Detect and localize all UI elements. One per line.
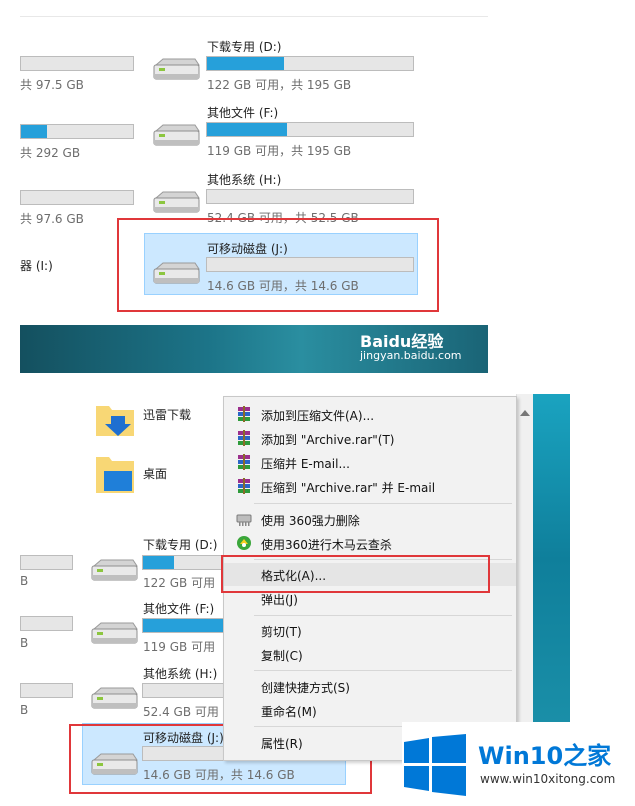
hard-drive-icon bbox=[89, 558, 139, 584]
menu-rename[interactable]: 重命名(M) bbox=[224, 699, 516, 722]
menu-separator bbox=[254, 503, 512, 504]
folder-xunlei[interactable]: 迅雷下载 bbox=[95, 396, 225, 441]
bottom-left-size-2: B bbox=[20, 636, 29, 650]
menu-copy-label: 复制(C) bbox=[261, 649, 303, 663]
drive-f-bottom-size: 119 GB 可用 bbox=[143, 640, 216, 654]
scroll-arrow-up-icon[interactable] bbox=[520, 410, 530, 416]
menu-add-to-archive-rar[interactable]: 添加到 "Archive.rar"(T) bbox=[224, 427, 516, 450]
left-drive-size-2: 共 292 GB bbox=[20, 146, 81, 160]
hard-drive-icon bbox=[151, 190, 201, 216]
menu-rename-label: 重命名(M) bbox=[261, 705, 317, 719]
windows-logo-icon bbox=[404, 734, 466, 799]
drive-f-bottom-bar bbox=[142, 618, 226, 633]
drive-f-name: 其他文件 (F:) bbox=[207, 106, 279, 120]
hard-drive-icon bbox=[89, 621, 139, 647]
shredder-icon bbox=[236, 511, 252, 527]
baidu-url: jingyan.baidu.com bbox=[360, 349, 462, 362]
bottom-left-size-3: B bbox=[20, 703, 29, 717]
menu-compress-email-label: 压缩并 E-mail... bbox=[261, 457, 350, 471]
desktop-wallpaper-strip bbox=[533, 394, 570, 724]
drive-d-usage-bar bbox=[206, 56, 414, 71]
drive-d-bottom-name: 下载专用 (D:) bbox=[143, 538, 218, 552]
winrar-icon bbox=[236, 430, 252, 446]
drive-f-bottom-name: 其他文件 (F:) bbox=[143, 602, 215, 616]
drive-f-usage-bar bbox=[206, 122, 414, 137]
top-divider bbox=[20, 16, 488, 17]
left-drive-size-1: 共 97.5 GB bbox=[20, 78, 84, 92]
drive-h-usage-bar bbox=[206, 189, 414, 204]
winrar-icon bbox=[236, 454, 252, 470]
menu-compress-email[interactable]: 压缩并 E-mail... bbox=[224, 451, 516, 474]
left-drive-name-4: 器 (I:) bbox=[20, 259, 53, 273]
drive-f-size: 119 GB 可用，共 195 GB bbox=[207, 144, 352, 158]
win10-title: Win10之家 bbox=[478, 736, 611, 771]
folder-desktop[interactable]: 桌面 bbox=[95, 449, 225, 499]
desktop-folder-icon bbox=[95, 451, 135, 498]
win10-watermark: Win10之家 www.win10xitong.com bbox=[402, 722, 635, 806]
bottom-left-bar-2 bbox=[20, 616, 73, 631]
left-drive-bar-1 bbox=[20, 56, 134, 71]
left-drive-bar-3 bbox=[20, 190, 134, 205]
drive-h-bottom-size: 52.4 GB 可用 bbox=[143, 705, 219, 719]
bottom-left-bar-3 bbox=[20, 683, 73, 698]
hard-drive-icon bbox=[151, 57, 201, 83]
folder-desktop-label: 桌面 bbox=[143, 467, 168, 481]
menu-cut[interactable]: 剪切(T) bbox=[224, 619, 516, 642]
scrollbar[interactable] bbox=[516, 394, 534, 724]
drive-d-bottom-size: 122 GB 可用 bbox=[143, 576, 216, 590]
menu-properties-label: 属性(R) bbox=[261, 737, 303, 751]
menu-add-to-archive-label: 添加到压缩文件(A)... bbox=[261, 409, 375, 423]
winrar-icon bbox=[236, 406, 252, 422]
menu-create-shortcut-label: 创建快捷方式(S) bbox=[261, 681, 350, 695]
menu-separator bbox=[254, 615, 512, 616]
drive-f-bottom[interactable]: 其他文件 (F:) 119 GB 可用 bbox=[86, 596, 226, 656]
menu-separator bbox=[254, 670, 512, 671]
menu-cut-label: 剪切(T) bbox=[261, 625, 302, 639]
drive-d-name: 下载专用 (D:) bbox=[207, 40, 282, 54]
highlight-box-drive bbox=[117, 218, 439, 312]
win10-url: www.win10xitong.com bbox=[480, 772, 616, 786]
menu-add-to-archive[interactable]: 添加到压缩文件(A)... bbox=[224, 403, 516, 426]
menu-360-delete-label: 使用 360强力删除 bbox=[261, 514, 360, 528]
hard-drive-icon bbox=[89, 686, 139, 712]
win10-title-main: Win10 bbox=[478, 742, 564, 770]
top-panel: 共 97.5 GB 共 292 GB 共 97.6 GB 器 (I:) 下载专用… bbox=[20, 0, 488, 325]
left-drive-bar-2 bbox=[20, 124, 134, 139]
menu-compress-rar-email[interactable]: 压缩到 "Archive.rar" 并 E-mail bbox=[224, 475, 516, 498]
win10-title-suffix: 之家 bbox=[563, 742, 612, 770]
menu-eject-label: 弹出(J) bbox=[261, 593, 298, 607]
menu-360-scan[interactable]: 使用360进行木马云查杀 bbox=[224, 532, 516, 555]
drive-d-bottom-bar bbox=[142, 555, 226, 570]
menu-create-shortcut[interactable]: 创建快捷方式(S) bbox=[224, 675, 516, 698]
menu-360-scan-label: 使用360进行木马云查杀 bbox=[261, 538, 392, 552]
drive-d-size: 122 GB 可用，共 195 GB bbox=[207, 78, 352, 92]
drive-d[interactable]: 下载专用 (D:) 122 GB 可用，共 195 GB bbox=[148, 32, 428, 92]
drive-h-bottom[interactable]: 其他系统 (H:) 52.4 GB 可用 bbox=[86, 661, 226, 721]
highlight-box-format bbox=[221, 555, 490, 593]
bottom-left-bar-1 bbox=[20, 555, 73, 570]
hard-drive-icon bbox=[151, 123, 201, 149]
download-folder-icon bbox=[95, 400, 135, 441]
drive-f[interactable]: 其他文件 (F:) 119 GB 可用，共 195 GB bbox=[148, 98, 428, 158]
360-icon bbox=[236, 535, 252, 551]
drive-h[interactable]: 其他系统 (H:) 52.4 GB 可用，共 52.5 GB bbox=[148, 165, 428, 225]
left-drive-size-3: 共 97.6 GB bbox=[20, 212, 84, 226]
drive-d-bottom[interactable]: 下载专用 (D:) 122 GB 可用 bbox=[86, 532, 226, 592]
folder-xunlei-label: 迅雷下载 bbox=[143, 408, 192, 422]
menu-copy[interactable]: 复制(C) bbox=[224, 643, 516, 666]
menu-add-to-archive-rar-label: 添加到 "Archive.rar"(T) bbox=[261, 433, 395, 447]
menu-360-delete[interactable]: 使用 360强力删除 bbox=[224, 508, 516, 531]
baidu-watermark-banner: Baidu经验 jingyan.baidu.com bbox=[20, 325, 488, 373]
drive-h-bottom-name: 其他系统 (H:) bbox=[143, 667, 218, 681]
winrar-icon bbox=[236, 478, 252, 494]
menu-compress-rar-email-label: 压缩到 "Archive.rar" 并 E-mail bbox=[261, 481, 436, 495]
bottom-left-size-1: B bbox=[20, 574, 29, 588]
drive-h-bottom-bar bbox=[142, 683, 226, 698]
drive-h-name: 其他系统 (H:) bbox=[207, 173, 282, 187]
